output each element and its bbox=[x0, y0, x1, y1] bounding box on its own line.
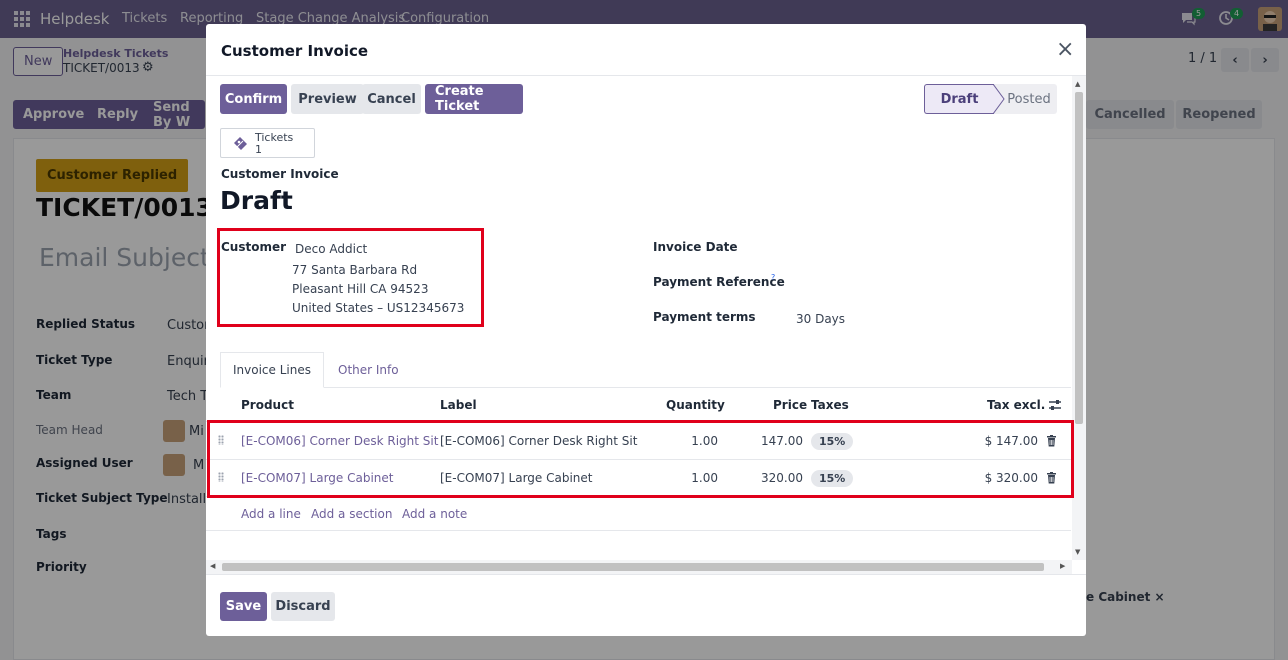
column-product[interactable]: Product bbox=[241, 398, 294, 412]
invoice-date-label: Invoice Date bbox=[653, 240, 738, 254]
help-tooltip-icon[interactable]: ? bbox=[771, 273, 775, 282]
column-label[interactable]: Label bbox=[440, 398, 477, 412]
cancel-button[interactable]: Cancel bbox=[362, 84, 421, 114]
ticket-icon bbox=[231, 135, 249, 155]
document-type: Customer Invoice bbox=[221, 167, 339, 181]
tab-other-info[interactable]: Other Info bbox=[338, 363, 399, 377]
optional-columns-icon[interactable] bbox=[1048, 398, 1062, 416]
add-note-link[interactable]: Add a note bbox=[402, 507, 467, 521]
column-tax-excl[interactable]: Tax excl. bbox=[987, 398, 1045, 412]
status-step-posted[interactable]: Posted bbox=[1001, 84, 1057, 114]
table-footer-divider bbox=[206, 530, 1071, 531]
discard-button[interactable]: Discard bbox=[271, 592, 335, 621]
vertical-scrollbar[interactable]: ▲ ▼ bbox=[1072, 76, 1086, 560]
tab-invoice-lines[interactable]: Invoice Lines bbox=[220, 352, 324, 388]
close-icon[interactable]: × bbox=[1056, 39, 1074, 61]
tabs-divider bbox=[221, 387, 1071, 388]
column-quantity[interactable]: Quantity bbox=[666, 398, 725, 412]
payment-terms-label: Payment terms bbox=[653, 310, 756, 324]
invoice-date-field[interactable] bbox=[796, 240, 1036, 258]
dialog-title: Customer Invoice bbox=[221, 42, 369, 60]
scroll-right-icon[interactable]: ▶ bbox=[1060, 562, 1065, 570]
scroll-left-icon[interactable]: ◀ bbox=[210, 562, 215, 570]
payment-reference-label: Payment Reference bbox=[653, 275, 785, 289]
payment-reference-field[interactable] bbox=[796, 275, 1036, 293]
invoice-lines-highlight-box bbox=[207, 420, 1074, 498]
scroll-thumb-horizontal[interactable] bbox=[222, 563, 1044, 571]
header-divider bbox=[206, 75, 1086, 76]
horizontal-scrollbar[interactable]: ◀ ▶ bbox=[206, 560, 1072, 574]
customer-invoice-dialog: Customer Invoice × Confirm Preview Cance… bbox=[206, 24, 1086, 636]
document-state: Draft bbox=[220, 186, 293, 215]
scroll-thumb[interactable] bbox=[1075, 92, 1083, 424]
customer-highlight-box bbox=[217, 228, 484, 327]
column-price[interactable]: Price bbox=[773, 398, 807, 412]
tickets-smart-button[interactable]: Tickets 1 bbox=[220, 128, 315, 158]
confirm-button[interactable]: Confirm bbox=[220, 84, 287, 114]
add-section-link[interactable]: Add a section bbox=[311, 507, 392, 521]
scroll-down-icon[interactable]: ▼ bbox=[1075, 548, 1080, 556]
scroll-up-icon[interactable]: ▲ bbox=[1075, 80, 1080, 88]
column-taxes[interactable]: Taxes bbox=[811, 398, 849, 412]
preview-button[interactable]: Preview bbox=[291, 84, 364, 114]
payment-terms-value[interactable]: 30 Days bbox=[796, 312, 845, 326]
smart-button-count: 1 bbox=[255, 143, 262, 156]
add-line-link[interactable]: Add a line bbox=[241, 507, 301, 521]
footer-divider bbox=[206, 574, 1086, 575]
save-button[interactable]: Save bbox=[220, 592, 267, 621]
status-step-draft[interactable]: Draft bbox=[924, 84, 994, 114]
create-ticket-button[interactable]: Create Ticket bbox=[425, 84, 523, 114]
